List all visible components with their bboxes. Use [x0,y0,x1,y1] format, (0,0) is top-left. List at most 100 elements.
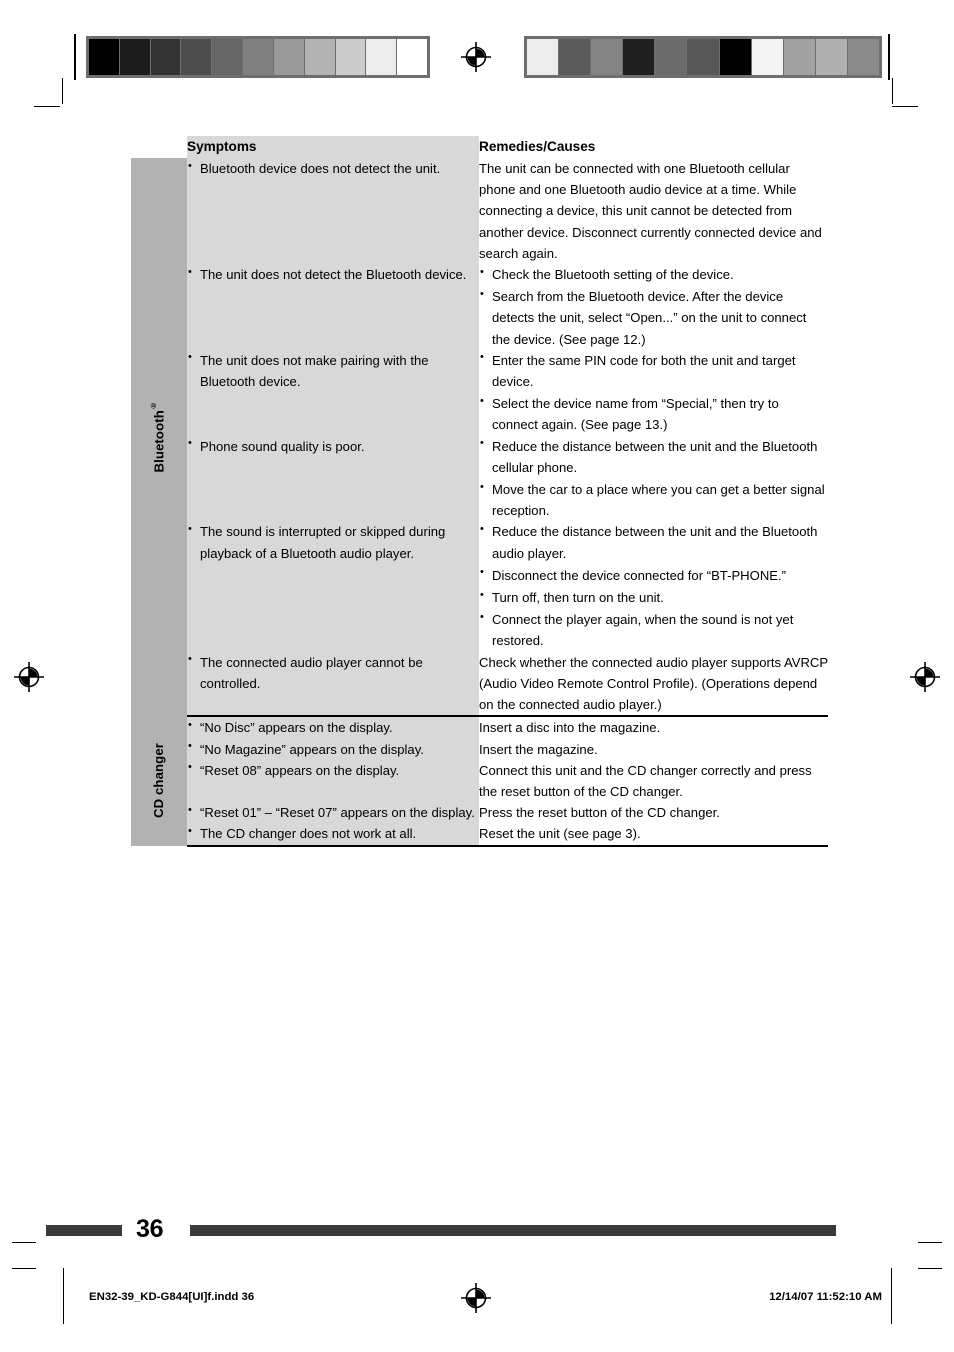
folio-bar: 36 [46,1216,836,1242]
crop-mark-top-right-h [892,106,918,107]
remedy-text: Press the reset button of the CD changer… [479,805,720,821]
category-label-cell-cd-changer: CD changer [131,716,187,846]
remedy-cell: Press the reset button of the CD changer… [479,802,828,824]
slug-timestamp: 12/14/07 11:52:10 AM [769,1291,882,1303]
table-row: “Reset 08” appears on the display.Connec… [131,759,828,803]
remedy-item: Disconnect the device connected for “BT-… [479,564,828,586]
remedy-item: Reduce the distance between the unit and… [479,435,828,478]
symptom-cell: “Reset 08” appears on the display. [187,759,479,803]
trim-rule-left [74,34,76,80]
symptom-item: “Reset 01” – “Reset 07” appears on the d… [187,802,479,823]
remedy-item: Check the Bluetooth setting of the devic… [479,264,828,285]
symptom-cell: The sound is interrupted or skipped duri… [187,521,479,652]
remedy-text: Insert a disc into the magazine. [479,720,661,736]
calibration-swatch-8 [783,39,816,75]
registration-target-icon [461,42,491,72]
category-label-text: Bluetooth® [149,401,167,473]
symptom-cell: “No Disc” appears on the display. [187,716,479,739]
remedy-list: Reduce the distance between the unit and… [479,521,828,651]
remedy-cell: Connect this unit and the CD changer cor… [479,759,828,803]
table-row: The CD changer does not work at all.Rese… [131,823,828,847]
calibration-cells-left [86,36,430,78]
symptom-cell: The unit does not detect the Bluetooth d… [187,264,479,350]
crop-mark-top-left-v [62,78,63,104]
calibration-swatch-2 [591,39,624,75]
symptom-item: The sound is interrupted or skipped duri… [187,521,479,563]
edge-tick-left-lower [12,1268,36,1269]
symptom-item: The unit does not make pairing with the … [187,349,479,392]
troubleshooting-table: Symptoms Remedies/Causes Bluetooth®Bluet… [131,136,828,847]
calibration-swatch-2 [150,39,182,75]
calibration-swatch-0 [527,39,560,75]
symptom-list: “Reset 08” appears on the display. [187,759,479,781]
troubleshooting-table-container: Symptoms Remedies/Causes Bluetooth®Bluet… [131,136,828,847]
folio-rule-left [46,1225,122,1236]
remedy-list: Check the Bluetooth setting of the devic… [479,264,828,350]
calibration-swatch-6 [719,39,752,75]
remedy-list: Enter the same PIN code for both the uni… [479,349,828,436]
symptom-item: Bluetooth device does not detect the uni… [187,158,479,179]
symptom-list: The unit does not detect the Bluetooth d… [187,264,479,285]
remedy-cell: Check whether the connected audio player… [479,651,828,718]
calibration-swatch-1 [119,39,151,75]
symptom-list: Phone sound quality is poor. [187,435,479,457]
remedy-text: Insert the magazine. [479,741,598,757]
grayscale-calibration-bar-left [86,36,430,78]
grayscale-calibration-bar-right [524,36,882,78]
remedy-text: Connect this unit and the CD changer cor… [479,762,812,799]
table-row: Phone sound quality is poor.Reduce the d… [131,435,828,522]
symptom-cell: The unit does not make pairing with the … [187,349,479,436]
folio-rule-right [190,1225,836,1236]
table-row: CD changer “No Disc” appears on the displ… [131,716,828,846]
slug-filename: EN32-39_KD-G844[UI]f.indd 36 [89,1291,255,1303]
table-row: Bluetooth® Bluetooth device does not dete… [131,158,828,717]
symptom-list: “Reset 01” – “Reset 07” appears on the d… [187,802,479,823]
remedy-cell: Insert the magazine. [479,738,828,760]
symptom-cell: “No Magazine” appears on the display. [187,738,479,760]
crop-mark-top-left-h [34,106,60,107]
symptom-list: “No Disc” appears on the display. [187,717,479,738]
remedy-list: Reduce the distance between the unit and… [479,435,828,522]
registration-target-icon [461,1283,491,1313]
calibration-swatch-9 [366,39,398,75]
remedy-cell: The unit can be connected with one Bluet… [479,158,828,265]
calibration-swatch-9 [815,39,848,75]
symptom-item: The CD changer does not work at all. [187,823,479,844]
category-label-text: CD changer [151,743,167,819]
remedy-item: Reduce the distance between the unit and… [479,521,828,563]
remedy-cell: Reset the unit (see page 3). [479,823,828,847]
table-row: “No Magazine” appears on the display.Ins… [131,738,828,760]
table-row: The sound is interrupted or skipped duri… [131,521,828,652]
category-label-cell-bluetooth: Bluetooth® [131,158,187,717]
remedy-item: Enter the same PIN code for both the uni… [479,349,828,392]
table-row: “Reset 01” – “Reset 07” appears on the d… [131,802,828,824]
header-category-spacer [131,136,187,159]
remedy-text: Check whether the connected audio player… [479,654,828,713]
calibration-swatch-5 [687,39,720,75]
symptom-list: Bluetooth device does not detect the uni… [187,158,479,179]
table-header: Symptoms Remedies/Causes [131,136,828,159]
symptom-item: Phone sound quality is poor. [187,435,479,457]
calibration-swatch-4 [212,39,244,75]
table-body: Bluetooth® Bluetooth device does not dete… [131,158,828,847]
remedy-cell: Reduce the distance between the unit and… [479,435,828,522]
remedy-item: Connect the player again, when the sound… [479,609,828,651]
table-header-row: Symptoms Remedies/Causes [131,136,828,159]
calibration-swatch-10 [847,39,880,75]
remedy-cell: Reduce the distance between the unit and… [479,521,828,652]
calibration-swatch-6 [273,39,305,75]
symptom-cell: The connected audio player cannot be con… [187,651,479,718]
remedy-cell: Check the Bluetooth setting of the devic… [479,264,828,350]
calibration-swatch-3 [181,39,213,75]
symptom-item: “Reset 08” appears on the display. [187,759,479,781]
remedy-item: Turn off, then turn on the unit. [479,587,828,608]
calibration-swatch-7 [751,39,784,75]
edge-tick-right-upper [918,1242,942,1243]
symptom-cell: The CD changer does not work at all. [187,823,479,847]
calibration-cells-right [524,36,882,78]
calibration-swatch-7 [304,39,336,75]
symptom-item: “No Magazine” appears on the display. [187,738,479,760]
symptom-item: The unit does not detect the Bluetooth d… [187,264,479,285]
remedy-cell: Enter the same PIN code for both the uni… [479,349,828,436]
slug-rule-left [63,1268,64,1324]
